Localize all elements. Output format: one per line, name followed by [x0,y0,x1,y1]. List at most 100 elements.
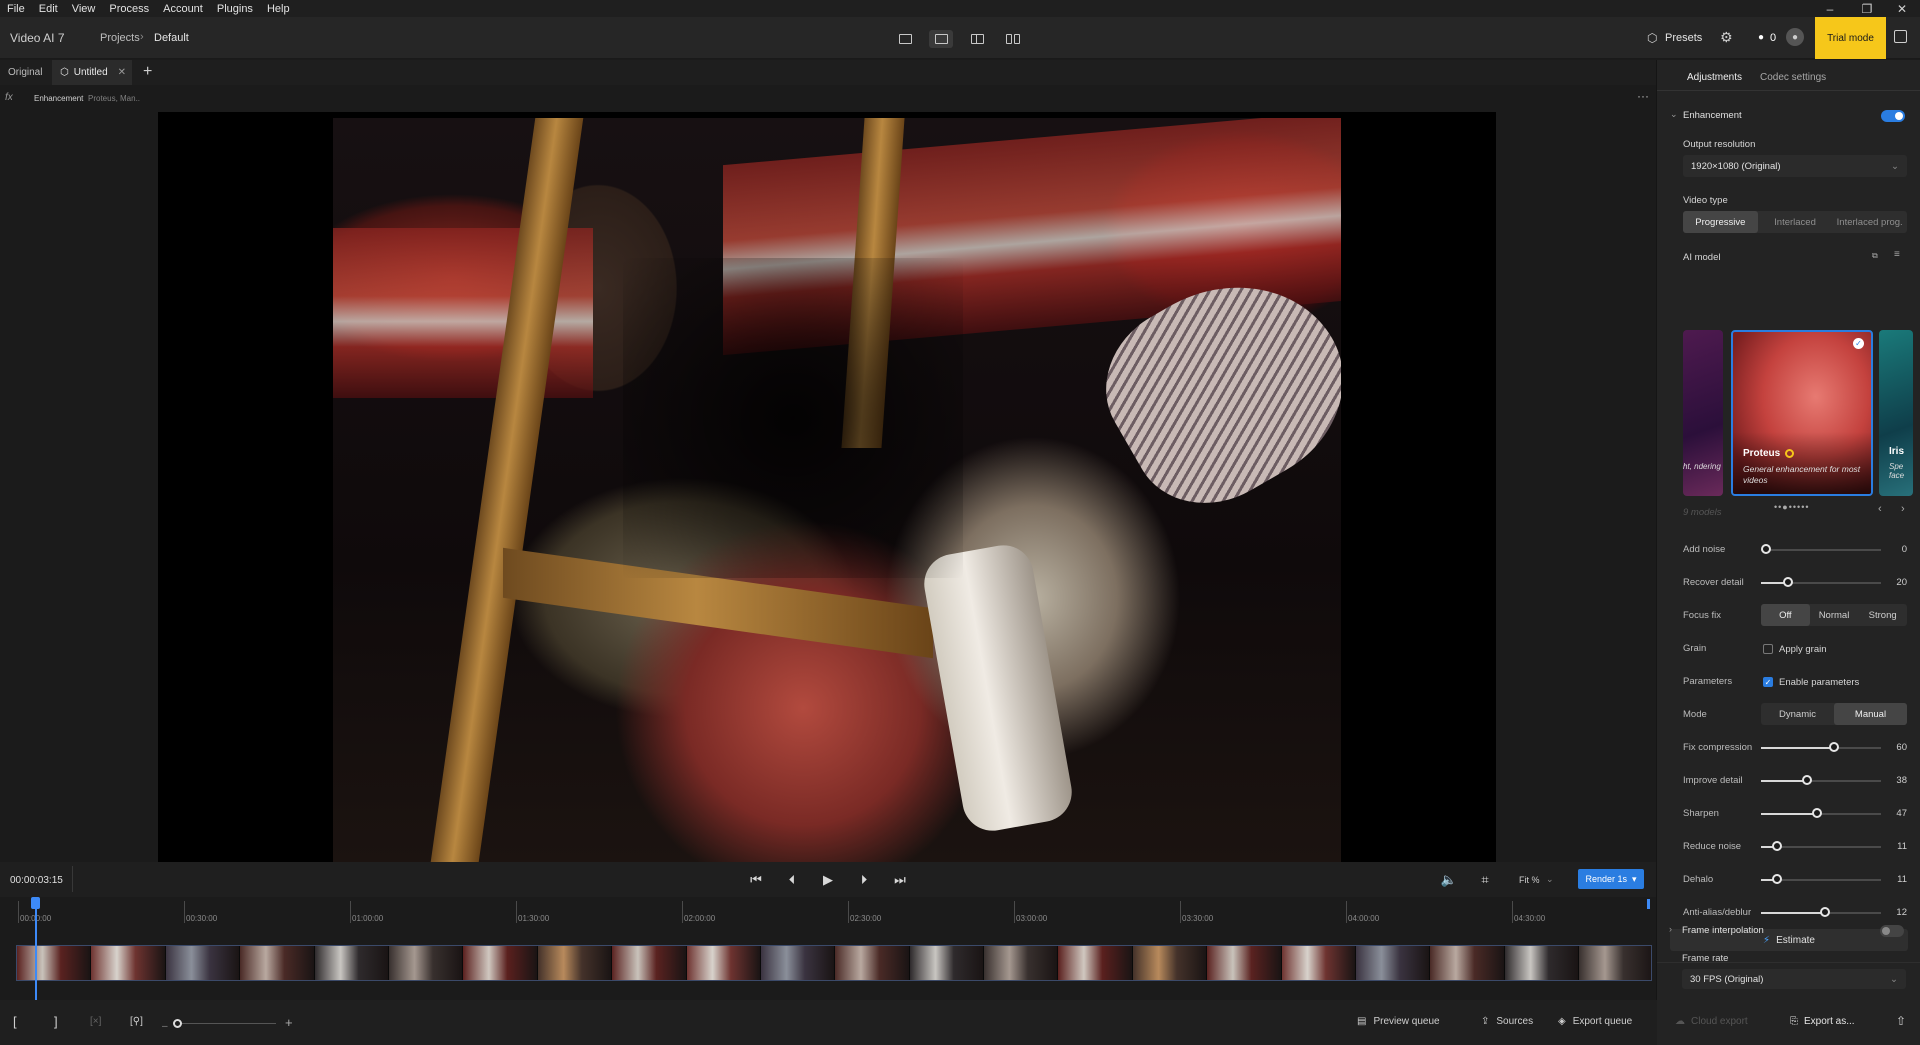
timeline[interactable]: 00:00:0000:30:0001:00:0001:30:0002:00:00… [0,897,1656,1007]
clear-marks-icon[interactable]: [×] [90,1016,101,1027]
tab-bar: Original ⬡ Untitled ✕ + [0,60,1656,85]
tab-adjustments[interactable]: Adjustments [1687,72,1742,83]
zoom-selection-icon[interactable]: [⚲] [130,1016,143,1027]
reduce-noise-knob[interactable] [1772,841,1782,851]
improve-detail-knob[interactable] [1802,775,1812,785]
mode-dynamic[interactable]: Dynamic [1761,703,1834,725]
more-options-icon[interactable]: ··· [1637,89,1649,103]
prev-frame-icon[interactable]: ⏴ [783,871,801,889]
playhead[interactable] [35,897,37,1007]
model-card-iris[interactable]: Iris Spe face [1879,330,1913,496]
add-tab-icon[interactable]: + [143,63,152,81]
next-frame-icon[interactable]: ⏵ [855,871,873,889]
menu-plugins[interactable]: Plugins [217,3,253,15]
view-side-by-side-button[interactable] [1001,30,1025,48]
frame-interpolation-toggle[interactable] [1880,925,1904,937]
export-as-button[interactable]: ⎘ Export as... [1790,1016,1855,1027]
model-card-previous[interactable]: ht, ndering [1683,330,1723,496]
chevron-down-icon: ⌄ [1546,874,1554,884]
zoom-fit-select[interactable]: Fit % [1519,875,1540,885]
restore-icon[interactable]: ❐ [1851,0,1883,17]
enhancement-toggle[interactable] [1881,110,1905,122]
panel-toggle-icon[interactable] [1894,30,1907,43]
view-split-button[interactable] [965,30,989,48]
close-window-icon[interactable]: ✕ [1886,0,1918,17]
timeline-thumbnail [835,946,910,980]
tab-codec-settings[interactable]: Codec settings [1760,72,1826,83]
gear-icon[interactable]: ⚙ [1720,29,1733,46]
cloud-export-button[interactable]: ☁ Cloud export [1675,1016,1748,1027]
zoom-in-icon[interactable]: + [285,1015,293,1030]
mark-in-icon[interactable]: [ [13,1014,17,1029]
chevron-down-icon[interactable]: ⌄ [1670,109,1678,120]
tab-original[interactable]: Original [0,60,50,85]
out-marker[interactable] [1647,899,1650,909]
menu-file[interactable]: File [7,3,25,15]
menu-account[interactable]: Account [163,3,203,15]
tab-untitled[interactable]: ⬡ Untitled ✕ [52,60,132,85]
chevron-down-icon: ▾ [1632,873,1637,884]
focus-fix-normal[interactable]: Normal [1810,604,1859,626]
frame-rate-select[interactable]: 30 FPS (Original) ⌄ [1682,969,1906,989]
recover-detail-knob[interactable] [1783,577,1793,587]
mute-icon[interactable]: 🔈 [1440,871,1458,889]
model-name: Proteus [1743,448,1781,459]
sources-button[interactable]: ⇪ Sources [1481,1016,1533,1027]
play-icon[interactable]: ▶ [819,871,837,889]
model-description: General enhancement for most videos [1743,464,1861,485]
presets-button[interactable]: Presets [1665,32,1702,44]
crop-icon[interactable]: ⌗ [1476,871,1494,889]
render-button[interactable]: Render 1s ▾ [1578,869,1644,889]
list-icon[interactable]: ≡ [1894,249,1900,260]
video-type-interlaced[interactable]: Interlaced [1758,211,1833,233]
skip-start-icon[interactable]: ⏮ [747,871,765,889]
zoom-slider[interactable] [176,1023,276,1024]
preview-queue-button[interactable]: ▤ Preview queue [1357,1016,1440,1027]
dehalo-value: 11 [1897,874,1907,885]
chevron-right-icon[interactable]: › [1669,924,1672,934]
timeline-thumbnail [686,946,761,980]
antialias-knob[interactable] [1820,907,1830,917]
export-queue-button[interactable]: ◈ Export queue [1558,1016,1632,1027]
apply-grain-checkbox[interactable] [1763,644,1773,654]
output-resolution-select[interactable]: 1920×1080 (Original) ⌄ [1683,155,1907,177]
trial-mode-button[interactable]: Trial mode [1815,17,1886,59]
menu-process[interactable]: Process [109,3,149,15]
view-single-button[interactable] [929,30,953,48]
share-icon[interactable]: ⇧ [1896,1014,1906,1028]
video-type-interlaced-prog[interactable]: Interlaced prog. [1832,211,1907,233]
mark-out-icon[interactable]: ] [54,1014,58,1029]
mode-manual[interactable]: Manual [1834,703,1907,725]
preview-queue-icon: ▤ [1357,1016,1367,1027]
menu-view[interactable]: View [72,3,96,15]
zoom-out-icon[interactable]: – [162,1021,168,1032]
focus-fix-strong[interactable]: Strong [1858,604,1907,626]
timeline-thumbnail [1356,946,1431,980]
minimize-icon[interactable]: – [1814,0,1846,17]
video-type-progressive[interactable]: Progressive [1683,211,1758,233]
model-card-proteus[interactable]: ✓ Proteus General enhancement for most v… [1731,330,1873,496]
view-single-original-button[interactable] [893,30,917,48]
dehalo-knob[interactable] [1772,874,1782,884]
sharpen-knob[interactable] [1812,808,1822,818]
chevron-right-icon[interactable]: › [1901,503,1905,515]
grain-label: Grain [1683,643,1707,654]
menu-edit[interactable]: Edit [39,3,58,15]
zoom-slider-knob[interactable] [173,1019,182,1028]
breadcrumb-projects[interactable]: Projects [100,32,140,44]
thumbnail-strip[interactable] [16,945,1652,981]
fix-compression-knob[interactable] [1829,742,1839,752]
carousel-dots[interactable]: ••●••••• [1774,502,1810,512]
close-tab-icon[interactable]: ✕ [118,67,126,78]
playhead-handle[interactable] [31,897,40,909]
timeline-thumbnail [91,946,166,980]
chevron-left-icon[interactable]: ‹ [1878,503,1882,515]
avatar[interactable]: ● [1786,28,1804,46]
enable-parameters-checkbox[interactable]: ✓ [1763,677,1773,687]
skip-end-icon[interactable]: ⏭ [891,871,909,889]
adjustments-panel: Adjustments Codec settings ⌄ Enhancement… [1656,60,1920,1000]
compare-models-icon[interactable]: ⧉ [1872,251,1878,261]
focus-fix-off[interactable]: Off [1761,604,1810,626]
add-noise-knob[interactable] [1761,544,1771,554]
menu-help[interactable]: Help [267,3,290,15]
